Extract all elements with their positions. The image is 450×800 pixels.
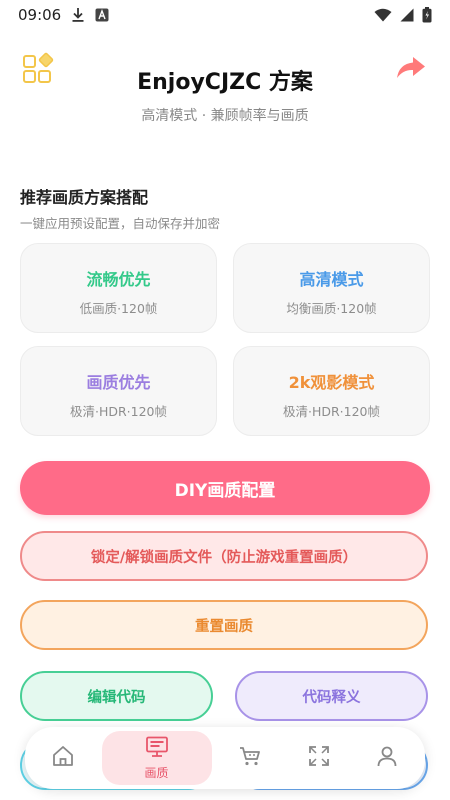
section-subtitle: 一键应用预设配置，自动保存并加密: [20, 216, 221, 231]
header: EnjoyCJZC 方案 高清模式 · 兼顾帧率与画质: [0, 50, 450, 130]
reset-quality-button[interactable]: 重置画质: [20, 600, 428, 650]
preset-card-2k[interactable]: 2k观影模式 极清·HDR·120帧: [233, 346, 430, 436]
download-icon: [71, 7, 85, 23]
wifi-icon: [374, 8, 392, 22]
nav-item-profile[interactable]: [357, 731, 417, 785]
status-right: [374, 7, 432, 23]
cart-icon: [238, 744, 262, 772]
font-app-icon: [95, 8, 109, 22]
nav-item-expand[interactable]: [289, 731, 349, 785]
preset-title: 流畅优先: [86, 270, 151, 289]
preset-card-quality[interactable]: 画质优先 极清·HDR·120帧: [20, 346, 217, 436]
diy-config-button[interactable]: DIY画质配置: [20, 461, 430, 515]
preset-card-smooth[interactable]: 流畅优先 低画质·120帧: [20, 243, 217, 333]
expand-icon: [307, 744, 331, 772]
lock-file-button[interactable]: 锁定/解锁画质文件（防止游戏重置画质）: [20, 531, 428, 581]
preset-desc: 低画质·120帧: [79, 301, 158, 316]
home-icon: [51, 744, 75, 772]
bottom-nav: 画质: [25, 727, 425, 789]
user-icon: [375, 744, 399, 772]
preset-title: 画质优先: [86, 373, 151, 392]
signal-icon: [400, 8, 414, 22]
preset-desc: 极清·HDR·120帧: [282, 404, 380, 419]
preset-title: 高清模式: [299, 270, 364, 289]
section-title: 推荐画质方案搭配: [20, 188, 149, 207]
app-subtitle: 高清模式 · 兼顾帧率与画质: [141, 108, 309, 124]
display-icon: [145, 736, 169, 762]
status-time: 09:06: [18, 6, 62, 24]
preset-desc: 极清·HDR·120帧: [69, 404, 167, 419]
nav-item-home[interactable]: [33, 731, 93, 785]
nav-item-cart[interactable]: [220, 731, 280, 785]
edit-code-button[interactable]: 编辑代码: [20, 671, 213, 721]
status-bar: 09:06: [0, 0, 450, 30]
preset-desc: 均衡画质·120帧: [286, 301, 377, 316]
preset-title: 2k观影模式: [288, 373, 375, 392]
battery-icon: [422, 7, 432, 23]
share-icon[interactable]: [396, 56, 426, 80]
status-left: 09:06: [18, 6, 109, 24]
nav-item-quality[interactable]: 画质: [101, 731, 212, 785]
preset-card-hd[interactable]: 高清模式 均衡画质·120帧: [233, 243, 430, 333]
nav-label: 画质: [144, 765, 169, 780]
code-explain-button[interactable]: 代码释义: [235, 671, 428, 721]
app-title: EnjoyCJZC 方案: [137, 70, 313, 95]
